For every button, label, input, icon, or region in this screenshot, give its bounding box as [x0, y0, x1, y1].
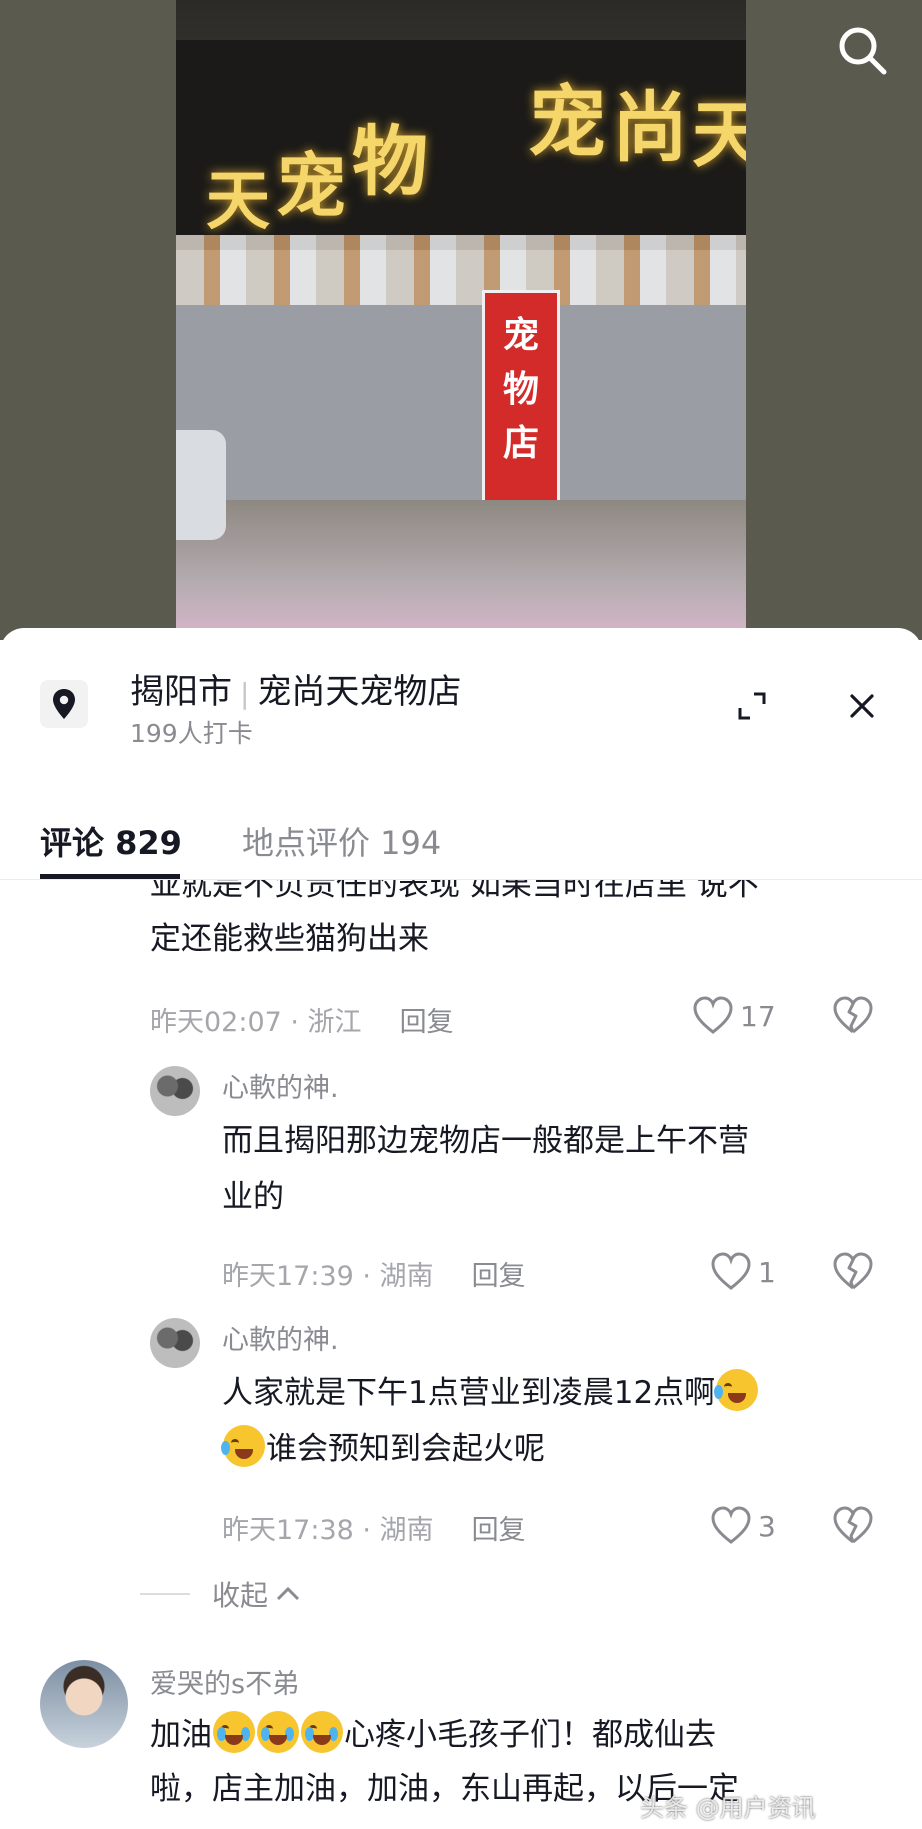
comment-text-part: 加油 [150, 1717, 212, 1753]
comment-text-part: 谁会预知到会起火呢 [266, 1431, 545, 1467]
heart-icon [711, 1506, 751, 1544]
location-header[interactable]: 揭阳市 | 宠尚天宠物店 199人打卡 [0, 628, 922, 778]
avatar[interactable] [150, 1066, 200, 1116]
place-title: 揭阳市 | 宠尚天宠物店 [130, 664, 461, 713]
crying-laughing-emoji-icon [221, 1425, 265, 1467]
heart-icon [711, 1252, 751, 1290]
watermark: 头条 @用户资讯 [640, 1794, 816, 1822]
comment-meta: 昨天02:07 · 浙江 回复 [150, 1000, 454, 1039]
comment-username[interactable]: 心軟的神. [222, 1066, 339, 1105]
comment-time: 昨天17:38 · 湖南 [222, 1515, 434, 1546]
tab-bar: 评论 829 地点评价 194 [0, 778, 922, 880]
comment-meta: 昨天17:38 · 湖南 回复 [222, 1508, 526, 1547]
location-sheet: 揭阳市 | 宠尚天宠物店 199人打卡 评论 829 地点评价 194 亚就是不负责… [0, 628, 922, 1829]
place-city: 揭阳市 [130, 672, 232, 712]
checkin-count: 199人打卡 [130, 719, 253, 748]
comment-username[interactable]: 心軟的神. [222, 1318, 339, 1357]
broken-heart-icon [833, 996, 873, 1034]
car [176, 430, 226, 540]
dislike-button[interactable] [832, 1506, 874, 1550]
reply-button[interactable]: 回复 [472, 1515, 526, 1546]
comment-text: 业的 [222, 1179, 284, 1215]
sign-char: 宠 [528, 77, 607, 168]
close-button[interactable] [844, 688, 880, 724]
cat-photo-strip [176, 235, 746, 305]
tab-place-reviews[interactable]: 地点评价 194 [242, 818, 441, 864]
sign-char: 天 [692, 92, 746, 177]
expand-icon [738, 692, 766, 720]
comment-meta: 昨天17:39 · 湖南 回复 [222, 1254, 526, 1293]
loudly-crying-emoji-icon [257, 1711, 299, 1753]
active-tab-indicator [40, 874, 180, 879]
crying-laughing-emoji-icon [714, 1369, 759, 1411]
like-button[interactable]: 17 [692, 996, 776, 1036]
sign-char: 宠 [276, 144, 346, 227]
dislike-button[interactable] [832, 1252, 874, 1296]
sign-char: 物 [352, 117, 428, 206]
reply-button[interactable]: 回复 [400, 1007, 454, 1038]
like-count: 1 [758, 1255, 776, 1289]
video-frame: 天 宠 物 宠 尚 天 宠 物 店 [176, 0, 746, 640]
comment-text-part: 人家就是下午1点营业到凌晨12点啊 [222, 1375, 716, 1411]
comment-username[interactable]: 爱哭的s不弟 [150, 1662, 299, 1701]
comment-text: 谁会预知到会起火呢 [221, 1420, 545, 1478]
banner-char: 物 [503, 368, 540, 410]
broken-heart-icon [833, 1506, 873, 1544]
comment-text: 人家就是下午1点营业到凌晨12点啊 [222, 1364, 759, 1422]
place-name: 宠尚天宠物店 [257, 672, 462, 712]
comment-text: 定还能救些猫狗出来 [150, 921, 429, 957]
collapse-divider [140, 1593, 190, 1595]
comment-text: 而且揭阳那边宠物店一般都是上午不营 [222, 1123, 749, 1159]
comment-text: 亚就是不负责任的表现 如果当时在店里 说不 [150, 880, 759, 903]
loudly-crying-emoji-icon [213, 1711, 255, 1753]
expand-button[interactable] [734, 688, 770, 724]
close-icon [850, 694, 874, 718]
dislike-button[interactable] [832, 996, 874, 1040]
search-icon [839, 27, 887, 75]
red-banner: 宠 物 店 [482, 290, 560, 510]
collapse-replies-button[interactable]: 收起 [140, 1574, 302, 1614]
tab-comments[interactable]: 评论 829 [40, 818, 182, 864]
sign-char: 尚 [612, 83, 688, 172]
avatar[interactable] [150, 1318, 200, 1368]
title-divider: | [240, 677, 250, 710]
video-preview[interactable]: 天 宠 物 宠 尚 天 宠 物 店 [0, 0, 922, 640]
comment-list[interactable]: 亚就是不负责任的表现 如果当时在店里 说不 定还能救些猫狗出来 昨天02:07 … [0, 880, 922, 1829]
location-pin-badge [40, 680, 88, 728]
like-count: 17 [740, 999, 776, 1033]
sign-char: 天 [206, 164, 270, 239]
like-button[interactable]: 3 [710, 1506, 776, 1546]
banner-char: 店 [503, 422, 540, 464]
comment-text: 加油 心疼小毛孩子们！都成仙去 [150, 1706, 716, 1764]
comment-time: 昨天02:07 · 浙江 [150, 1007, 362, 1038]
loudly-crying-emoji-icon [301, 1711, 343, 1753]
reply-button[interactable]: 回复 [472, 1261, 526, 1292]
chevron-up-icon [276, 1586, 300, 1601]
comment-text-part: 心疼小毛孩子们！都成仙去 [344, 1717, 716, 1753]
like-count: 3 [758, 1509, 776, 1543]
search-button[interactable] [832, 20, 892, 80]
heart-icon [693, 996, 733, 1034]
banner-char: 宠 [503, 314, 540, 356]
collapse-label: 收起 [212, 1579, 269, 1612]
like-button[interactable]: 1 [710, 1252, 776, 1292]
ground [176, 500, 746, 640]
location-pin-icon [53, 689, 75, 719]
comment-time: 昨天17:39 · 湖南 [222, 1261, 434, 1292]
avatar[interactable] [40, 1660, 128, 1748]
broken-heart-icon [833, 1252, 873, 1290]
